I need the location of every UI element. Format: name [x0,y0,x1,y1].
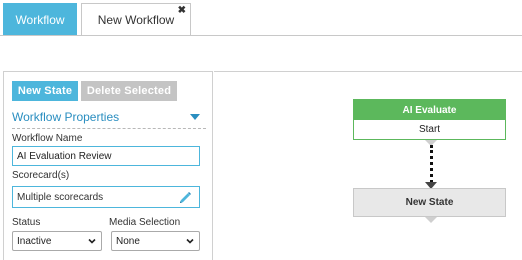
tab-strip: Workflow New Workflow ✖ [0,0,522,36]
status-select[interactable]: Inactive [12,231,102,251]
pencil-icon[interactable] [178,191,192,205]
node-title: New State [405,197,454,208]
workflow-node-ai-evaluate[interactable]: AI Evaluate Start [353,99,506,140]
media-selection-value: None [116,235,140,247]
status-value: Inactive [17,235,52,247]
scorecards-value: Multiple scorecards [17,191,104,203]
workflow-node-new-state[interactable]: New State [353,188,506,217]
tab-workflow[interactable]: Workflow [3,3,77,36]
transition-connector[interactable] [430,145,433,183]
workflow-name-input[interactable]: AI Evaluation Review [12,146,200,166]
workflow-properties-panel: New State Delete Selected Workflow Prope… [3,71,213,260]
workflow-name-value: AI Evaluation Review [17,150,112,162]
scorecards-field[interactable]: Multiple scorecards [12,186,200,208]
tab-new-workflow-label: New Workflow [97,13,175,27]
status-label: Status [12,217,41,228]
new-state-button[interactable]: New State [12,81,78,101]
node-title: AI Evaluate [354,100,505,120]
chevron-down-icon [88,238,96,244]
tab-workflow-label: Workflow [15,12,65,27]
chevron-down-icon[interactable] [190,114,200,120]
node-output-port[interactable] [425,217,437,223]
media-selection-select[interactable]: None [111,231,200,251]
media-selection-label: Media Selection [109,217,181,228]
tab-new-workflow[interactable]: New Workflow ✖ [81,3,191,36]
workflow-name-label: Workflow Name [12,133,83,144]
close-icon[interactable]: ✖ [178,6,186,16]
section-title[interactable]: Workflow Properties [12,110,119,124]
chevron-down-icon [186,238,194,244]
node-subtitle: Start [418,124,441,135]
section-divider [12,128,206,129]
delete-selected-button[interactable]: Delete Selected [81,81,177,101]
scorecards-label: Scorecard(s) [12,170,70,181]
tab-divider [0,35,522,36]
